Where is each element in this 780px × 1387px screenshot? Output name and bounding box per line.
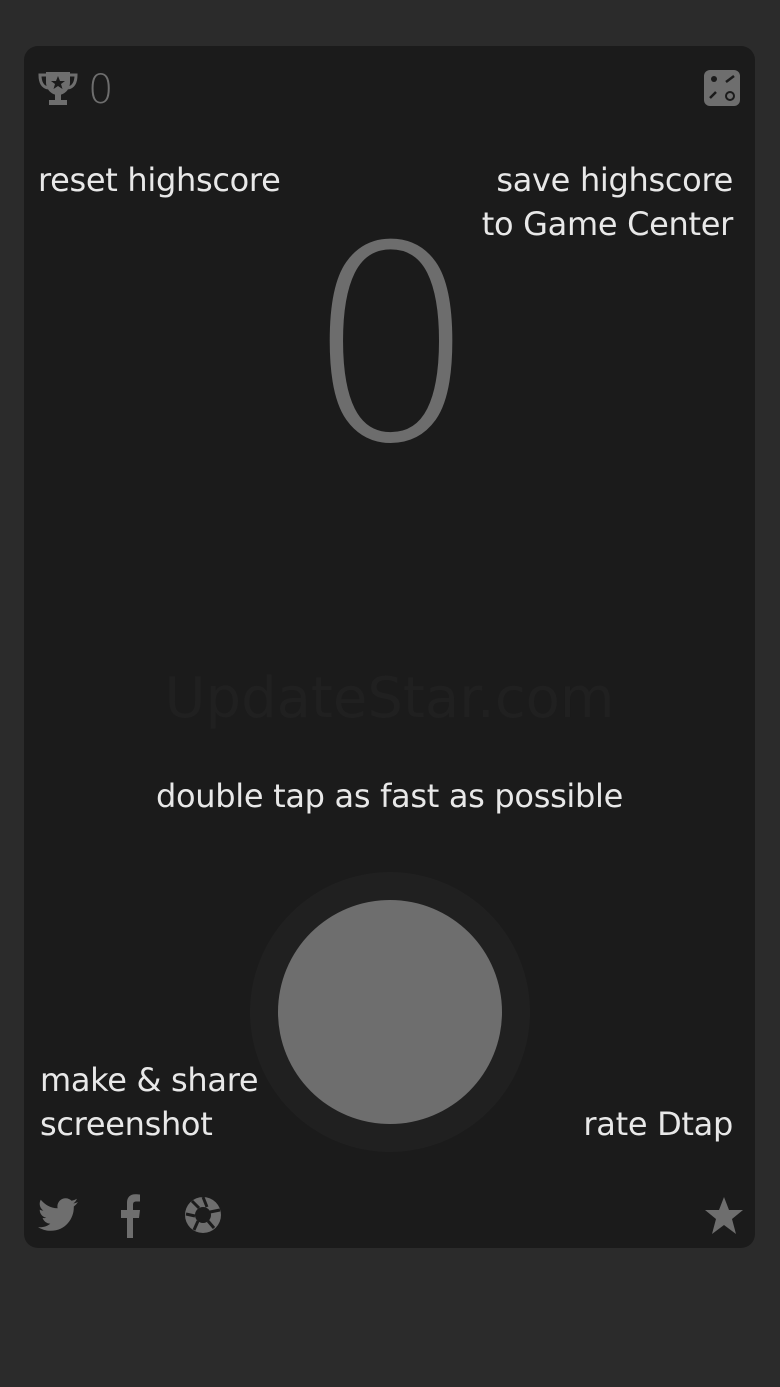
game-center-icon[interactable] xyxy=(704,70,740,106)
facebook-icon[interactable] xyxy=(118,1194,142,1238)
star-icon[interactable] xyxy=(704,1196,744,1236)
tap-button[interactable] xyxy=(278,900,502,1124)
share-screenshot-button[interactable]: make & share screenshot xyxy=(40,1058,259,1146)
current-score: 0 xyxy=(305,188,478,503)
share-label-line2: screenshot xyxy=(40,1105,213,1143)
watermark: UpdateStar.com xyxy=(164,666,615,731)
trophy-icon xyxy=(38,68,78,108)
aperture-icon[interactable] xyxy=(184,1196,222,1234)
share-label-line1: make & share xyxy=(40,1061,259,1099)
twitter-icon[interactable] xyxy=(36,1196,80,1236)
best-score: 0 xyxy=(88,67,114,113)
instruction-text: double tap as fast as possible xyxy=(155,777,624,815)
rate-button[interactable]: rate Dtap xyxy=(583,1102,733,1146)
game-card: 0 reset highscore save highscore to Game… xyxy=(24,46,755,1248)
